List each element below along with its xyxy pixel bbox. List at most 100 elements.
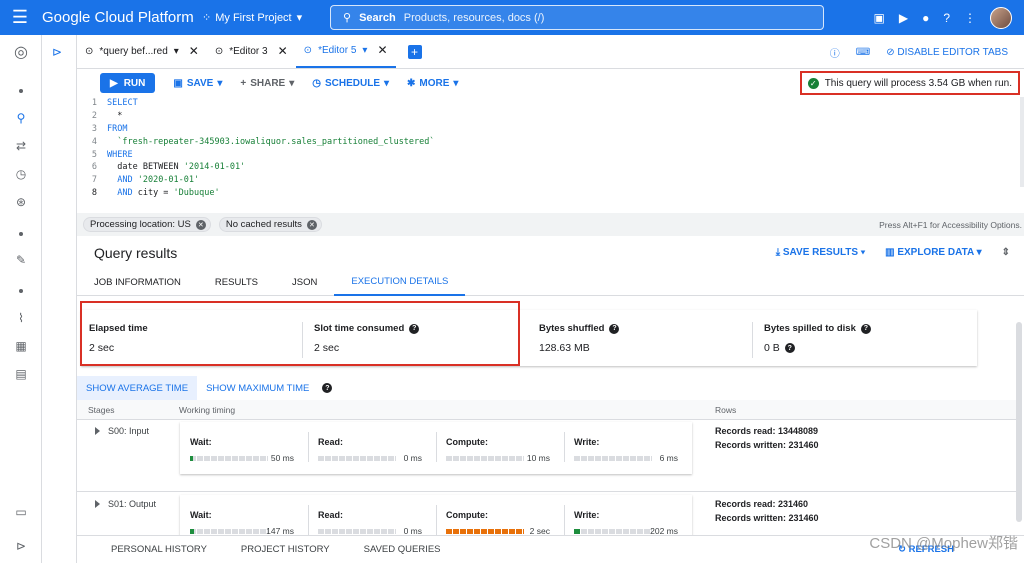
tab-saved-queries[interactable]: SAVED QUERIES: [364, 544, 441, 555]
tab-query-before[interactable]: ⊙ *query bef...red ▾ ✕: [77, 34, 207, 68]
tabbar-actions: ⓘ ⌨ ⊘ DISABLE EDITOR TABS: [830, 35, 1008, 69]
tab-project-history[interactable]: PROJECT HISTORY: [241, 544, 330, 555]
disable-editor-tabs-button[interactable]: ⊘ DISABLE EDITOR TABS: [886, 47, 1008, 58]
show-maximum-time-button[interactable]: SHOW MAXIMUM TIME: [197, 376, 318, 400]
sql-workspace-icon[interactable]: ⚲: [0, 107, 42, 129]
time-toggle: SHOW AVERAGE TIME SHOW MAXIMUM TIME ?: [77, 376, 1024, 400]
tab-job-information[interactable]: JOB INFORMATION: [77, 269, 198, 296]
processing-location-chip[interactable]: Processing location: US ✕: [83, 217, 211, 232]
tab-personal-history[interactable]: PERSONAL HISTORY: [111, 544, 207, 555]
help-icon[interactable]: ?: [784, 343, 795, 353]
search-label: Search: [359, 11, 396, 24]
timing-label: Compute:: [446, 510, 488, 520]
tab-results[interactable]: RESULTS: [198, 269, 275, 296]
query-icon: ⊙: [303, 44, 313, 56]
query-toolbar: ▶ RUN ▣ SAVE ▾ + SHARE ▾ ◷ SCHEDULE ▾ ✱ …: [77, 69, 1024, 97]
play-icon: ▶: [110, 77, 118, 89]
tab-editor-5[interactable]: ⊙ *Editor 5 ▾ ✕: [295, 34, 396, 68]
keyboard-icon[interactable]: ⌨: [856, 47, 870, 58]
more-vert-icon[interactable]: ⋮: [964, 11, 976, 25]
schedule-button[interactable]: ◷ SCHEDULE ▾: [312, 78, 389, 89]
timing-write: Write: 6 ms: [564, 422, 692, 474]
scheduled-queries-icon[interactable]: ◷: [0, 163, 42, 185]
stage-expand-toggle[interactable]: S01: Output: [95, 499, 156, 509]
tab-editor-3[interactable]: ⊙ *Editor 3 ✕: [207, 34, 296, 68]
brand-title[interactable]: Google Cloud Platform: [42, 9, 194, 26]
cloud-shell-icon[interactable]: ▶: [899, 11, 908, 25]
close-icon[interactable]: ✕: [195, 219, 206, 230]
timing-label: Write:: [574, 510, 600, 520]
stage-name: S00: Input: [108, 426, 150, 436]
save-results-button[interactable]: ⤓ SAVE RESULTS ▾: [776, 247, 865, 258]
info-icon[interactable]: ⓘ: [830, 45, 840, 60]
execution-stats: Elapsed time 2 sec Slot time consumed? 2…: [77, 296, 1024, 374]
gift-icon[interactable]: ▣: [873, 11, 884, 25]
bigquery-logo-icon[interactable]: ◎: [0, 41, 42, 63]
more-button[interactable]: ✱ MORE ▾: [407, 78, 458, 89]
close-icon[interactable]: ✕: [306, 219, 317, 230]
line-number: 5: [91, 149, 97, 160]
code-line[interactable]: 4 `fresh-repeater-345903.iowaliquor.sale…: [77, 135, 1024, 148]
schedule-label: SCHEDULE: [324, 77, 380, 89]
reservations-icon[interactable]: ▤: [0, 363, 42, 385]
hamburger-menu-icon[interactable]: ☰: [0, 0, 40, 35]
sql-editor[interactable]: 1 SELECT 2 * 3 FROM 4 `fresh-repeater-345903.…: [77, 97, 1024, 213]
code-line[interactable]: 1 SELECT: [77, 97, 1024, 110]
code-line[interactable]: 2 *: [77, 110, 1024, 123]
timing-bar-fill: [190, 529, 194, 534]
results-scrollbar[interactable]: [1016, 322, 1022, 522]
notifications-icon[interactable]: ●: [922, 11, 929, 25]
monitoring-icon[interactable]: ⌇: [0, 307, 42, 329]
cached-results-chip[interactable]: No cached results ✕: [218, 217, 322, 232]
save-button[interactable]: ▣ SAVE ▾: [173, 78, 222, 89]
code-line[interactable]: 8 AND city = 'Dubuque': [77, 187, 1024, 200]
share-button[interactable]: + SHARE ▾: [240, 78, 294, 89]
wrench-icon[interactable]: ✎: [0, 249, 42, 271]
divider: [436, 505, 437, 535]
close-icon[interactable]: ✕: [377, 43, 387, 57]
help-icon[interactable]: ?: [943, 11, 950, 25]
chevron-down-icon[interactable]: ▾: [174, 46, 179, 57]
editor-tab-bar: ⊙ *query bef...red ▾ ✕ ⊙ *Editor 3 ✕ ⊙ *…: [77, 35, 1024, 69]
tab-execution-details[interactable]: EXECUTION DETAILS: [334, 269, 466, 296]
search-input[interactable]: ⚲ Search Products, resources, docs (/): [330, 5, 824, 30]
timing-bar-fill: [190, 456, 193, 461]
run-button[interactable]: ▶ RUN: [100, 73, 156, 93]
capacity-icon[interactable]: ▦: [0, 335, 42, 357]
add-tab-button[interactable]: +: [407, 45, 422, 59]
timing-card: Wait: 50 ms Read: 0 ms Compute: 10 ms Wr…: [180, 422, 692, 474]
records-written: Records written: 231460: [715, 440, 819, 450]
bytes-spilled-label-row: Bytes spilled to disk?: [764, 323, 976, 334]
expand-explorer-icon[interactable]: ⊳: [52, 45, 62, 59]
chevron-down-icon[interactable]: ▾: [362, 45, 367, 56]
eye-off-icon: ⊘: [886, 46, 895, 58]
results-actions: ⤓ SAVE RESULTS ▾ ▥ EXPLORE DATA ▾ ⇕: [776, 236, 1010, 269]
analytics-hub-icon[interactable]: ⊛: [0, 191, 42, 213]
tab-json[interactable]: JSON: [275, 269, 334, 296]
help-icon[interactable]: ?: [609, 323, 620, 334]
query-icon: ⊙: [85, 45, 94, 57]
help-icon[interactable]: ?: [322, 383, 333, 393]
project-selector[interactable]: ⁘ My First Project ▾: [202, 11, 332, 25]
close-icon[interactable]: ✕: [278, 44, 288, 58]
explore-data-button[interactable]: ▥ EXPLORE DATA ▾: [885, 247, 982, 258]
code-line[interactable]: 6 date BETWEEN '2014-01-01': [77, 161, 1024, 174]
code-line[interactable]: 5 WHERE: [77, 148, 1024, 161]
timing-value: 6 ms: [659, 453, 678, 463]
show-average-time-button[interactable]: SHOW AVERAGE TIME: [77, 376, 198, 400]
query-icon: ⊙: [214, 45, 224, 57]
line-number: 8: [91, 187, 97, 198]
release-notes-icon[interactable]: ▭: [0, 501, 42, 523]
stage-expand-toggle[interactable]: S00: Input: [95, 426, 149, 436]
close-icon[interactable]: ✕: [189, 44, 199, 58]
help-icon[interactable]: ?: [860, 323, 871, 334]
expand-rail-icon[interactable]: ⊳: [0, 535, 42, 557]
code-line[interactable]: 3 FROM: [77, 123, 1024, 136]
expand-collapse-icon[interactable]: ⇕: [1002, 247, 1010, 258]
avatar[interactable]: [990, 6, 1012, 29]
editor-scrollbar[interactable]: [1020, 97, 1024, 187]
code-line[interactable]: 7 AND '2020-01-01': [77, 174, 1024, 187]
code-token: WHERE: [107, 149, 133, 160]
rail-separator-dot: [19, 289, 23, 293]
data-transfers-icon[interactable]: ⇄: [0, 135, 42, 157]
